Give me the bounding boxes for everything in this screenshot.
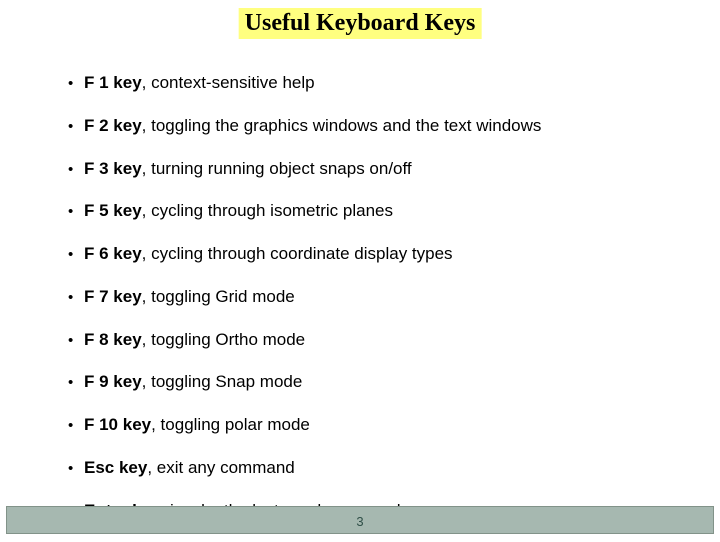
key-desc: , toggling Snap mode (142, 372, 303, 391)
list-item: • F 1 key, context-sensitive help (68, 72, 690, 94)
key-desc: , cycling through coordinate display typ… (142, 244, 453, 263)
key-name: F 2 key (84, 116, 142, 135)
list-item: • F 3 key, turning running object snaps … (68, 158, 690, 180)
slide: Useful Keyboard Keys • F 1 key, context-… (0, 0, 720, 540)
bullet-icon: • (68, 118, 84, 137)
bullet-icon: • (68, 246, 84, 265)
key-desc: , toggling polar mode (151, 415, 310, 434)
list-item: • F 8 key, toggling Ortho mode (68, 329, 690, 351)
list-item: • F 10 key, toggling polar mode (68, 414, 690, 436)
bullet-icon: • (68, 374, 84, 393)
key-name: F 5 key (84, 201, 142, 220)
key-name: Esc key (84, 458, 147, 477)
list-item: • F 2 key, toggling the graphics windows… (68, 115, 690, 137)
key-desc: , cycling through isometric planes (142, 201, 393, 220)
bullet-icon: • (68, 161, 84, 180)
list-item: • F 6 key, cycling through coordinate di… (68, 243, 690, 265)
key-desc: , toggling Ortho mode (142, 330, 305, 349)
bullet-icon: • (68, 75, 84, 94)
bullet-icon: • (68, 332, 84, 351)
bullet-icon: • (68, 417, 84, 436)
list-item: • F 5 key, cycling through isometric pla… (68, 200, 690, 222)
bullet-list: • F 1 key, context-sensitive help • F 2 … (68, 72, 690, 542)
list-item: • F 9 key, toggling Snap mode (68, 371, 690, 393)
key-desc: , turning running object snaps on/off (142, 159, 412, 178)
key-desc: , exit any command (147, 458, 294, 477)
key-desc: , toggling the graphics windows and the … (142, 116, 542, 135)
page-number: 3 (0, 514, 720, 529)
bullet-icon: • (68, 460, 84, 479)
key-name: F 6 key (84, 244, 142, 263)
list-item: • Esc key, exit any command (68, 457, 690, 479)
list-item: • F 7 key, toggling Grid mode (68, 286, 690, 308)
slide-title: Useful Keyboard Keys (239, 8, 482, 39)
key-desc: , toggling Grid mode (142, 287, 295, 306)
key-name: F 7 key (84, 287, 142, 306)
key-name: F 1 key (84, 73, 142, 92)
key-name: F 8 key (84, 330, 142, 349)
bullet-icon: • (68, 289, 84, 308)
key-name: F 9 key (84, 372, 142, 391)
key-name: F 3 key (84, 159, 142, 178)
key-name: F 10 key (84, 415, 151, 434)
bullet-icon: • (68, 203, 84, 222)
key-desc: , context-sensitive help (142, 73, 315, 92)
